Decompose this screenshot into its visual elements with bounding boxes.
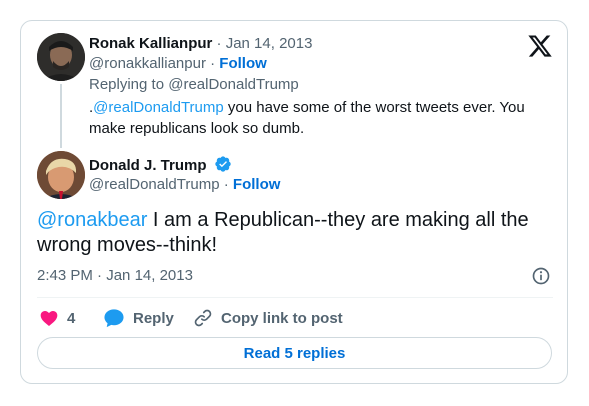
reply-bubble-icon	[104, 309, 124, 328]
x-logo-icon[interactable]	[527, 33, 553, 59]
read-replies-label: Read 5 replies	[243, 344, 346, 362]
follow-button-ronak[interactable]: Follow	[219, 55, 267, 72]
like-button[interactable]: 4	[39, 307, 75, 329]
verified-badge-icon	[215, 156, 231, 172]
follow-separator: ·	[223, 176, 229, 193]
divider	[37, 297, 553, 298]
info-icon[interactable]	[531, 266, 551, 286]
tweet-date[interactable]: Jan 14, 2013	[106, 267, 193, 284]
reply-tweet-text: .@realDonaldTrump you have some of the w…	[89, 97, 539, 139]
reply-handle[interactable]: @ronakkallianpur	[89, 55, 206, 72]
avatar-ronak[interactable]	[37, 33, 85, 81]
reply-author-row: Ronak Kallianpur · Jan 14, 2013	[89, 35, 312, 52]
main-author-row: Donald J. Trump	[89, 155, 232, 174]
reply-text-mention[interactable]: @realDonaldTrump	[93, 99, 224, 116]
heart-icon	[40, 311, 58, 326]
reply-author-name[interactable]: Ronak Kallianpur	[89, 35, 212, 52]
read-replies-button[interactable]: Read 5 replies	[37, 337, 552, 369]
replying-to-handle[interactable]: @realDonaldTrump	[168, 76, 299, 93]
tweet-time[interactable]: 2:43 PM	[37, 267, 93, 284]
date-separator: ·	[216, 35, 222, 52]
timestamp-row[interactable]: 2:43 PM · Jan 14, 2013	[37, 267, 193, 284]
follow-button-trump[interactable]: Follow	[233, 176, 281, 193]
replying-to-row: Replying to @realDonaldTrump	[89, 76, 299, 93]
follow-separator: ·	[210, 55, 216, 72]
reply-button[interactable]: Reply	[103, 307, 174, 329]
reply-label: Reply	[133, 309, 174, 327]
copy-link-button[interactable]: Copy link to post	[193, 307, 343, 329]
main-handle-row: @realDonaldTrump · Follow	[89, 176, 280, 193]
copy-link-label: Copy link to post	[221, 309, 343, 327]
link-icon	[194, 309, 212, 327]
thread-connector-line	[60, 84, 62, 148]
main-handle[interactable]: @realDonaldTrump	[89, 176, 220, 193]
reply-date[interactable]: Jan 14, 2013	[226, 35, 313, 52]
main-author-name[interactable]: Donald J. Trump	[89, 157, 207, 174]
main-text-mention[interactable]: @ronakbear	[37, 209, 147, 231]
main-tweet-text: @ronakbear I am a Republican--they are m…	[37, 208, 547, 258]
time-separator: ·	[97, 267, 103, 284]
reply-handle-row: @ronakkallianpur · Follow	[89, 55, 267, 72]
like-count: 4	[67, 309, 76, 327]
avatar-trump[interactable]	[37, 151, 85, 199]
embedded-tweet-card	[20, 20, 568, 384]
replying-to-prefix: Replying to	[89, 76, 169, 93]
